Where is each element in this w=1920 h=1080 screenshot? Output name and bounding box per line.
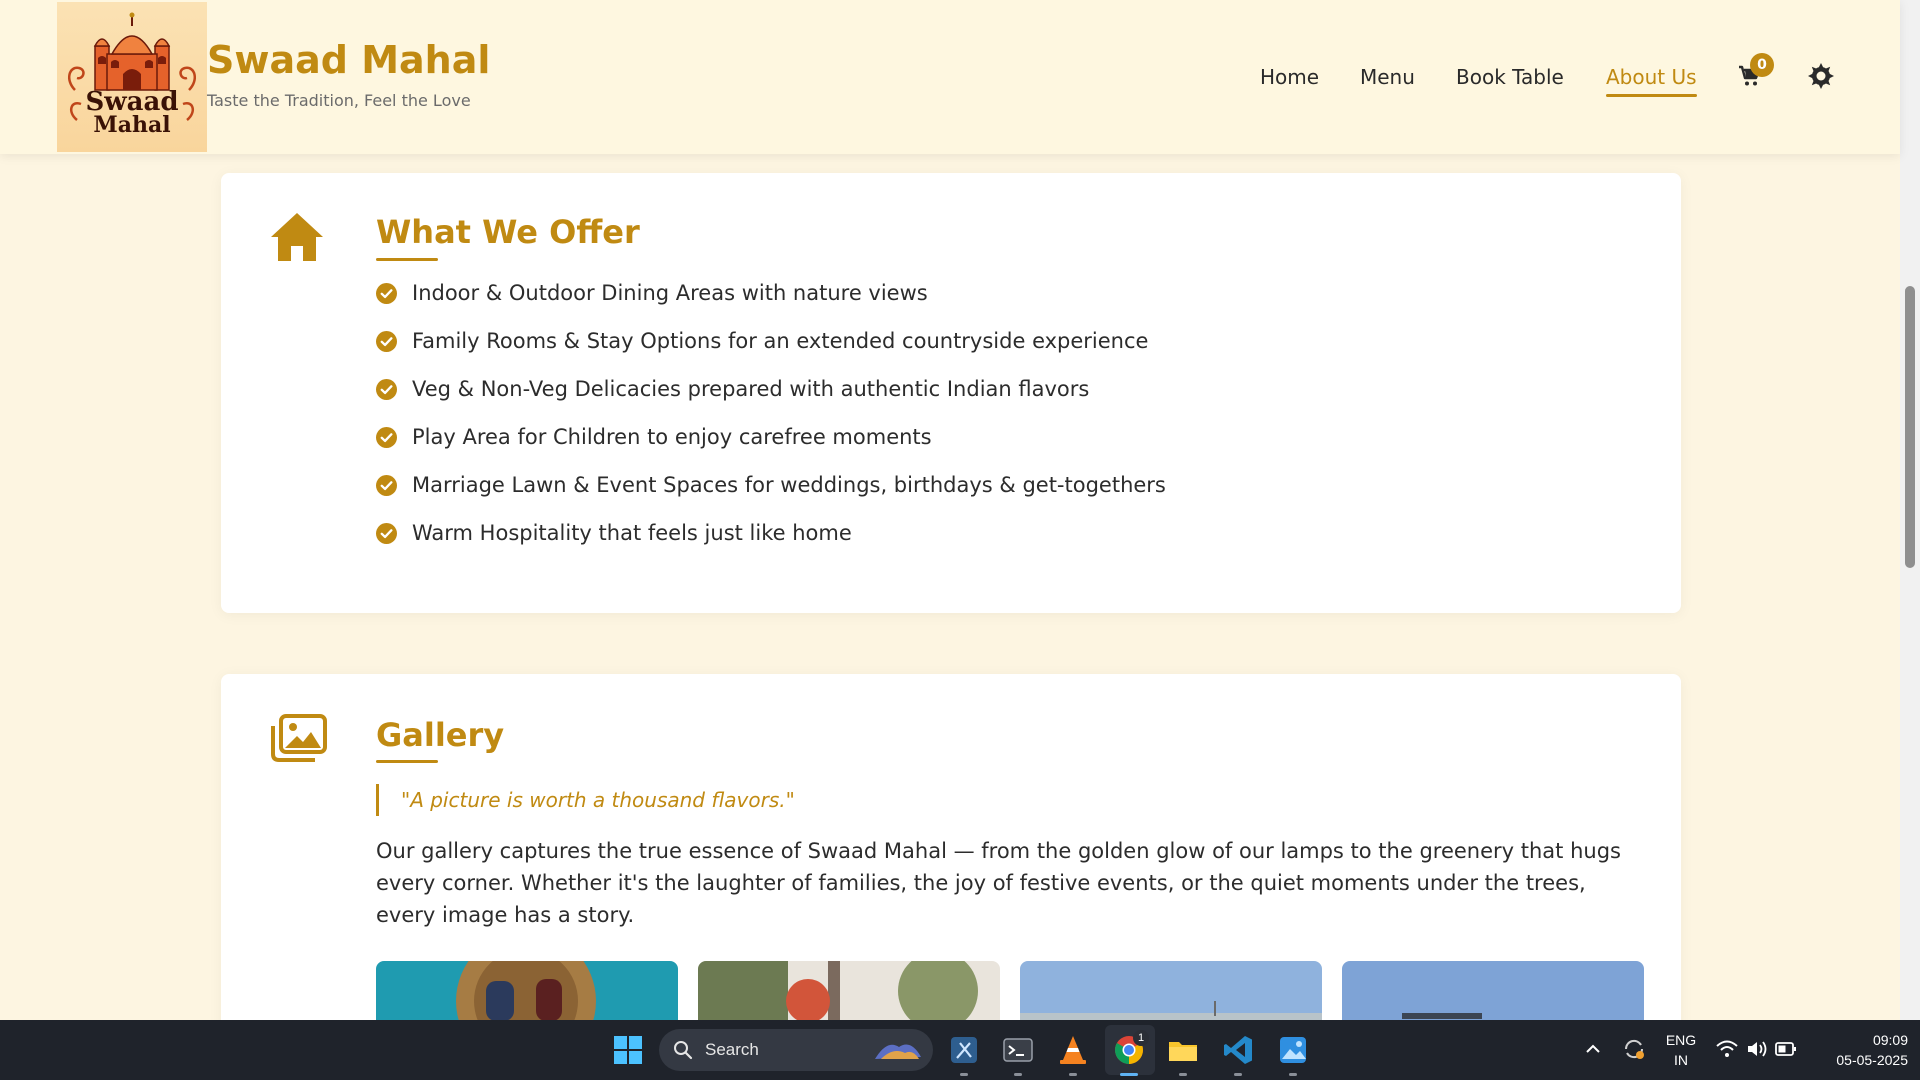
offer-title: What We Offer <box>376 213 640 251</box>
snipping-tool-icon[interactable] <box>948 1034 980 1066</box>
list-item: Marriage Lawn & Event Spaces for wedding… <box>376 473 1166 521</box>
check-circle-icon <box>376 331 397 352</box>
taskbar-running-indicator <box>1179 1073 1187 1076</box>
taskbar-running-indicator <box>1289 1073 1297 1076</box>
taskbar-search[interactable]: Search <box>659 1029 933 1071</box>
logo-text-bottom: Mahal <box>93 112 170 138</box>
nav-menu[interactable]: Menu <box>1360 62 1415 92</box>
brand-tagline: Taste the Tradition, Feel the Love <box>207 91 471 110</box>
palace-logo-icon: Swaad Mahal <box>67 12 197 138</box>
sync-icon[interactable] <box>1622 1037 1646 1061</box>
offer-item-text: Marriage Lawn & Event Spaces for wedding… <box>412 473 1166 497</box>
offer-item-text: Family Rooms & Stay Options for an exten… <box>412 329 1149 353</box>
taskbar-running-indicator <box>960 1073 968 1076</box>
photos-icon[interactable] <box>1277 1034 1309 1066</box>
site-header: Swaad Mahal Swaad Mahal Taste the Tradit… <box>0 0 1900 154</box>
taskbar-active-indicator <box>1120 1073 1138 1076</box>
clock-time[interactable]: 09:09 <box>1812 1031 1908 1049</box>
gallery-title-underline <box>376 760 438 763</box>
offer-title-underline <box>376 258 438 261</box>
logo[interactable]: Swaad Mahal <box>57 2 207 152</box>
gallery-title: Gallery <box>376 716 505 754</box>
language-line-1[interactable]: ENG <box>1664 1031 1698 1049</box>
nav-book-table[interactable]: Book Table <box>1456 62 1564 92</box>
search-icon <box>674 1041 693 1060</box>
list-item: Play Area for Children to enjoy carefree… <box>376 425 1166 473</box>
search-label: Search <box>705 1040 759 1059</box>
vscode-icon[interactable] <box>1222 1034 1254 1066</box>
windows-taskbar: Search 1 ENG IN 09:09 05-05-2025 <box>0 1020 1920 1080</box>
battery-icon[interactable] <box>1775 1041 1797 1057</box>
list-item: Warm Hospitality that feels just like ho… <box>376 521 1166 569</box>
check-circle-icon <box>376 283 397 304</box>
taskbar-running-indicator <box>1014 1073 1022 1076</box>
brand-name[interactable]: Swaad Mahal <box>207 38 490 82</box>
windows-start-icon[interactable] <box>612 1034 644 1066</box>
nav-about-us[interactable]: About Us <box>1606 62 1697 97</box>
wifi-icon[interactable] <box>1716 1040 1738 1058</box>
list-item: Indoor & Outdoor Dining Areas with natur… <box>376 281 1166 329</box>
offer-item-text: Indoor & Outdoor Dining Areas with natur… <box>412 281 928 305</box>
vlc-icon[interactable] <box>1057 1034 1089 1066</box>
search-highlight-icon <box>875 1044 921 1059</box>
taskbar-running-indicator <box>1069 1073 1077 1076</box>
offer-item-text: Veg & Non-Veg Delicacies prepared with a… <box>412 377 1090 401</box>
nav-home[interactable]: Home <box>1260 62 1319 92</box>
terminal-icon[interactable] <box>1002 1034 1034 1066</box>
clock-date[interactable]: 05-05-2025 <box>1812 1051 1908 1069</box>
check-circle-icon <box>376 475 397 496</box>
check-circle-icon <box>376 523 397 544</box>
gallery-quote: "A picture is worth a thousand flavors." <box>376 784 795 816</box>
taskbar-running-indicator <box>1234 1073 1242 1076</box>
home-icon <box>271 213 323 261</box>
chevron-up-icon[interactable] <box>1585 1042 1601 1056</box>
offer-card: What We Offer Indoor & Outdoor Dining Ar… <box>221 173 1681 613</box>
chrome-notification-badge: 1 <box>1133 1030 1149 1046</box>
offer-list: Indoor & Outdoor Dining Areas with natur… <box>376 281 1166 569</box>
sun-icon[interactable] <box>1808 63 1834 89</box>
images-icon <box>271 714 327 762</box>
volume-icon[interactable] <box>1746 1040 1768 1058</box>
scrollbar-thumb[interactable] <box>1905 286 1915 568</box>
offer-item-text: Play Area for Children to enjoy carefree… <box>412 425 932 449</box>
page-scrollbar[interactable] <box>1900 0 1920 1020</box>
gallery-description: Our gallery captures the true essence of… <box>376 839 1621 927</box>
file-explorer-icon[interactable] <box>1167 1034 1199 1066</box>
list-item: Veg & Non-Veg Delicacies prepared with a… <box>376 377 1166 425</box>
language-line-2[interactable]: IN <box>1664 1051 1698 1069</box>
cart-count-badge: 0 <box>1750 53 1774 77</box>
offer-item-text: Warm Hospitality that feels just like ho… <box>412 521 852 545</box>
list-item: Family Rooms & Stay Options for an exten… <box>376 329 1166 377</box>
check-circle-icon <box>376 379 397 400</box>
check-circle-icon <box>376 427 397 448</box>
